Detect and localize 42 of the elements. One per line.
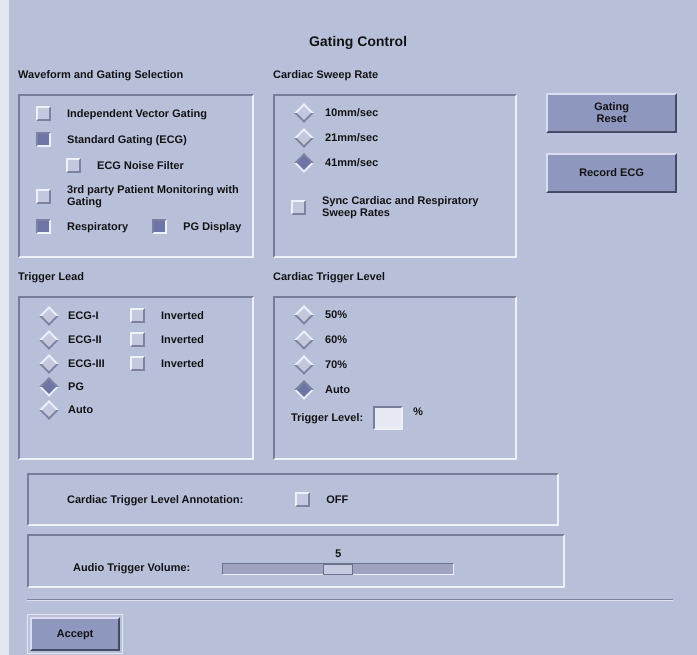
checkbox-label: Inverted	[161, 358, 204, 370]
annotation-label: Cardiac Trigger Level Annotation:	[67, 494, 244, 506]
checkbox[interactable]	[152, 219, 168, 234]
radio-label: ECG-III	[68, 358, 106, 370]
button[interactable]: Gating Reset	[546, 93, 677, 133]
field-label: Trigger Level:	[291, 412, 364, 424]
checkbox-label: Inverted	[161, 334, 204, 346]
checkbox-label: Independent Vector Gating	[67, 108, 207, 120]
radio-label: 41mm/sec	[325, 157, 378, 169]
section-heading: Waveform and Gating Selection	[18, 69, 184, 83]
input-field[interactable]	[373, 406, 404, 430]
slider[interactable]	[222, 562, 454, 574]
window-title: Gating Control	[308, 33, 408, 49]
checkbox[interactable]	[36, 219, 51, 234]
volume-label: Audio Trigger Volume:	[73, 562, 190, 574]
section-heading: Trigger Lead	[18, 271, 86, 285]
checkbox-label: Sync Cardiac and Respiratory Sweep Rates	[322, 195, 480, 219]
radio-label: 21mm/sec	[325, 132, 378, 144]
radio-label: Auto	[325, 384, 350, 396]
accept-button[interactable]: Accept	[30, 617, 120, 651]
checkbox[interactable]	[36, 132, 51, 147]
radio-label: 50%	[325, 309, 348, 321]
volume-value: 5	[335, 548, 342, 560]
checkbox-label: Standard Gating (ECG)	[67, 134, 187, 146]
checkbox-label: 3rd party Patient Monitoring with Gating	[67, 184, 240, 208]
button[interactable]: Record ECG	[546, 153, 677, 193]
section-heading: Cardiac Sweep Rate	[273, 69, 380, 83]
radio-label: ECG-II	[68, 334, 103, 346]
radio-label: 10mm/sec	[325, 107, 378, 119]
unit-label: %	[413, 406, 423, 418]
radio-label: PG	[68, 381, 85, 393]
checkbox-label: Respiratory	[67, 220, 128, 232]
checkbox-label: OFF	[326, 494, 348, 506]
radio-label: 70%	[325, 359, 348, 371]
radio-label: ECG-I	[68, 310, 100, 322]
checkbox-label: Inverted	[161, 310, 204, 322]
checkbox-label: PG Display	[183, 220, 242, 232]
checkbox-label: ECG Noise Filter	[97, 160, 184, 172]
section-heading: Cardiac Trigger Level	[273, 271, 386, 285]
radio-label: 60%	[325, 334, 348, 346]
slider-thumb[interactable]	[323, 564, 354, 574]
radio-label: Auto	[68, 404, 94, 416]
